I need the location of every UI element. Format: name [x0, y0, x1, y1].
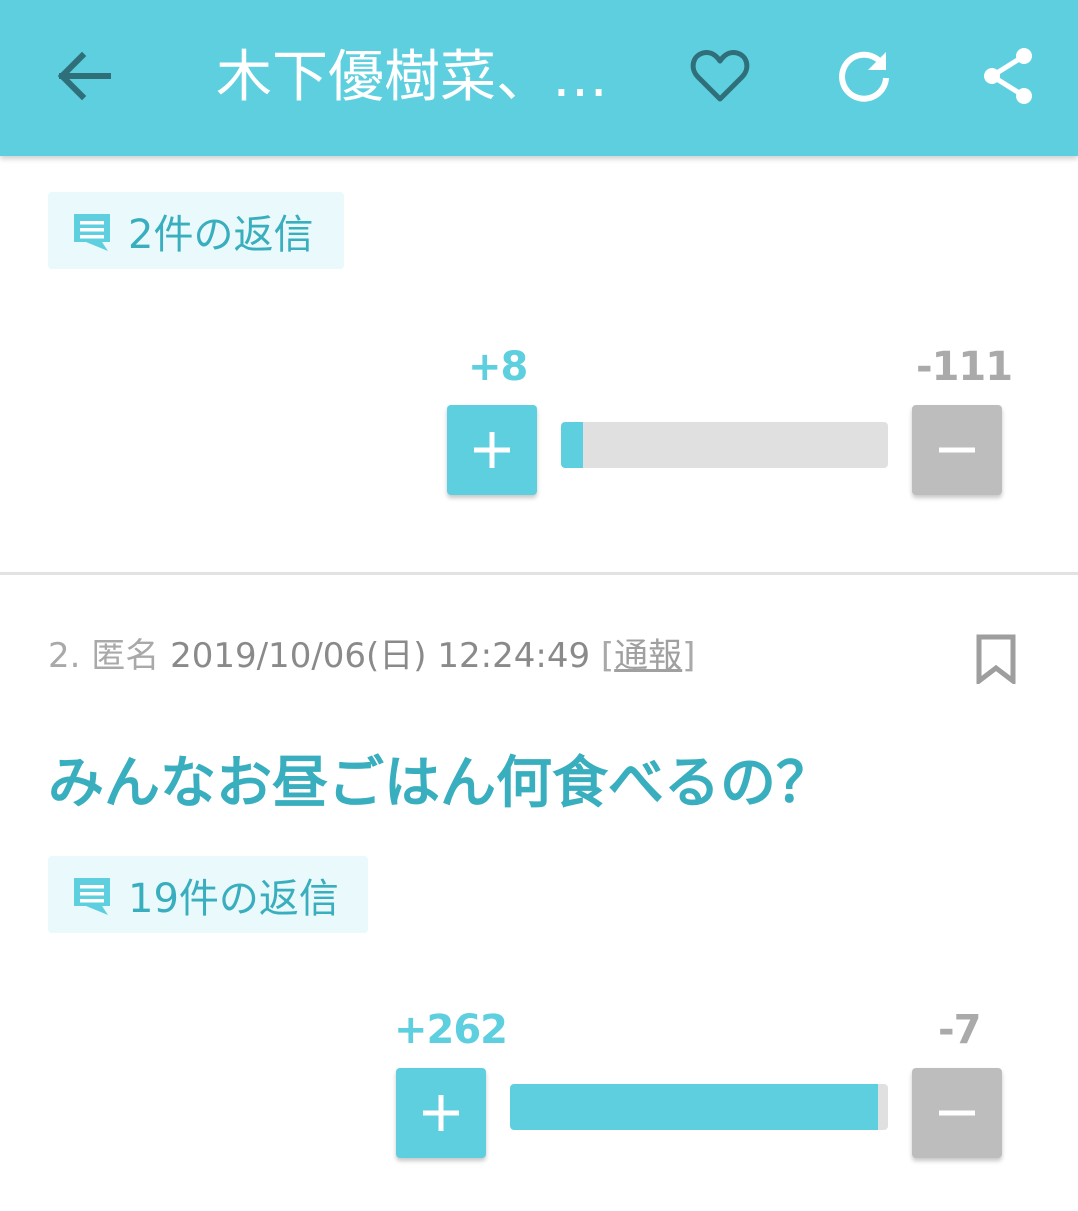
share-button[interactable] [976, 44, 1040, 108]
comment-body: みんなお昼ごはん何食べるの？ [48, 751, 832, 816]
refresh-button[interactable] [832, 44, 896, 108]
replies-count-label: 19件の返信 [128, 875, 339, 922]
favorite-button[interactable] [688, 44, 752, 108]
plus-icon [423, 1095, 459, 1131]
minus-vote-button[interactable] [912, 1068, 1002, 1158]
refresh-icon [839, 51, 889, 102]
report-bracket-close: ] [682, 636, 696, 676]
app-bar: 木下優樹菜、… [0, 0, 1078, 156]
minus-vote-button[interactable] [912, 405, 1002, 495]
heart-outline-icon [690, 50, 750, 102]
plus-count: +8 [468, 344, 528, 390]
comment-divider [0, 572, 1078, 575]
minus-icon [939, 1110, 975, 1116]
comment-number: 2. [48, 636, 81, 676]
report-link-wrap: [通報] [601, 636, 696, 676]
bookmark-outline-icon [976, 634, 1016, 687]
bookmark-button[interactable] [976, 634, 1016, 687]
comment-author: 匿名 [91, 636, 160, 676]
report-link[interactable]: 通報 [614, 636, 682, 676]
vote-ratio-fill [510, 1084, 879, 1130]
replies-count-label: 2件の返信 [128, 211, 314, 258]
minus-count: -7 [938, 1007, 981, 1053]
comment-datetime: 2019/10/06(日) 12:24:49 [170, 636, 591, 676]
vote-ratio-bar [561, 422, 888, 468]
plus-count: +262 [394, 1007, 508, 1053]
report-bracket-open: [ [600, 636, 615, 676]
comment-icon [74, 877, 110, 915]
vote-ratio-bar [510, 1084, 888, 1130]
back-button[interactable] [52, 48, 112, 104]
replies-chip[interactable]: 19件の返信 [48, 856, 368, 933]
comment-meta: 2. 匿名 2019/10/06(日) 12:24:49 [通報] [48, 628, 695, 677]
replies-chip[interactable]: 2件の返信 [48, 192, 344, 269]
thread-title: 木下優樹菜、… [216, 45, 608, 110]
minus-icon [939, 447, 975, 453]
plus-vote-button[interactable] [447, 405, 537, 495]
comment-icon [74, 213, 110, 251]
minus-count: -111 [916, 344, 1013, 390]
plus-icon [474, 432, 510, 468]
plus-vote-button[interactable] [396, 1068, 486, 1158]
vote-ratio-fill [561, 422, 583, 468]
share-icon [984, 48, 1032, 104]
arrow-back-icon [57, 51, 111, 101]
